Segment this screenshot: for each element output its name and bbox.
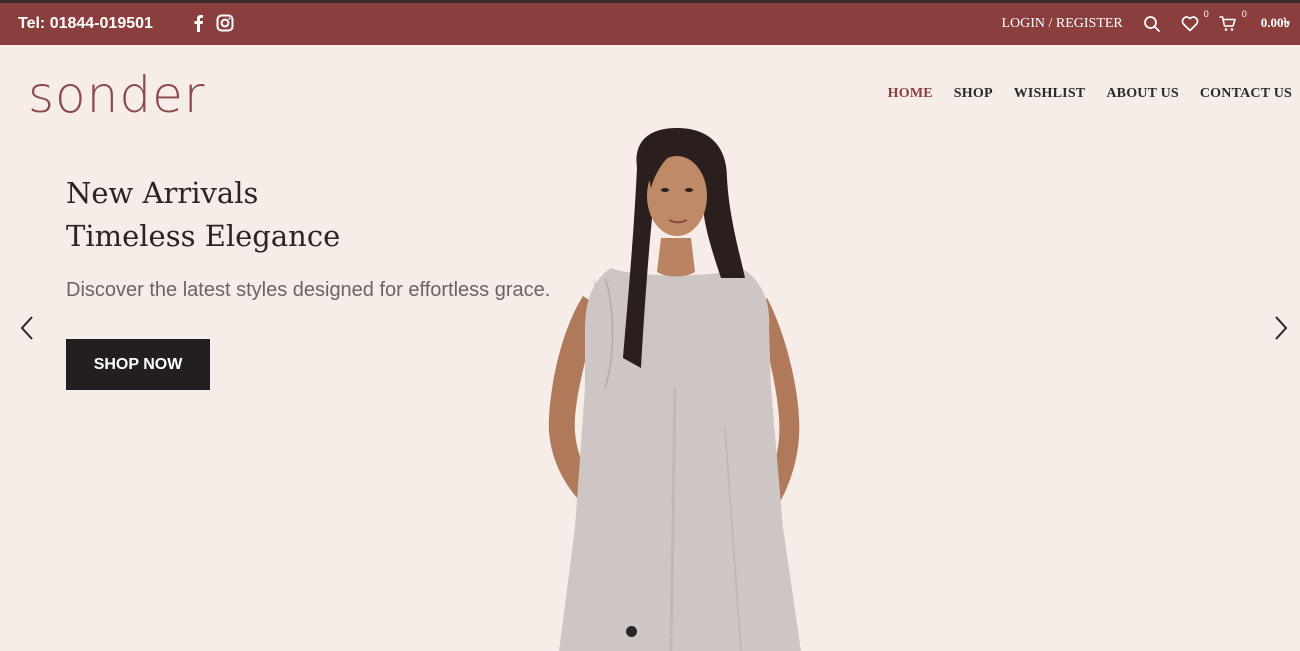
social-links [192,14,234,32]
wishlist-count: 0 [1203,9,1209,19]
slide-dot-3[interactable] [668,626,679,637]
site-logo[interactable]: sonder [28,66,205,124]
account-tools: LOGIN / REGISTER 0 0 0.00৳ [1001,9,1290,35]
chevron-right-icon[interactable] [1270,314,1290,342]
top-bar: Tel: 01844-019501 LOGIN / REGISTER 0 0 0… [0,0,1300,45]
cart-icon [1218,16,1236,31]
nav-about-us[interactable]: ABOUT US [1106,86,1179,102]
nav-shop[interactable]: SHOP [954,86,993,102]
slide-dot-2[interactable] [647,626,658,637]
slide-dot-1[interactable] [626,626,637,637]
search-icon [1143,16,1160,32]
cart-button[interactable]: 0 [1218,9,1247,35]
hero-title: New Arrivals Timeless Elegance [66,172,340,258]
nav-contact-us[interactable]: CONTACT US [1200,86,1292,102]
search-button[interactable] [1143,13,1167,35]
cart-total[interactable]: 0.00৳ [1261,14,1290,35]
hero-title-line-1: New Arrivals [66,176,259,210]
instagram-icon[interactable] [216,14,234,32]
hero-title-line-2: Timeless Elegance [66,219,341,253]
main-nav: HOME SHOP WISHLIST ABOUT US CONTACT US [888,86,1292,102]
wishlist-button[interactable]: 0 [1181,9,1209,35]
phone-number: Tel: 01844-019501 [18,15,153,32]
hero-model-image [548,128,801,651]
hero-subtitle: Discover the latest styles designed for … [66,279,551,301]
login-register-link[interactable]: LOGIN / REGISTER [1001,16,1122,32]
nav-wishlist[interactable]: WISHLIST [1014,86,1086,102]
nav-home[interactable]: HOME [888,86,933,102]
cart-count: 0 [1241,9,1247,19]
chevron-left-icon[interactable] [18,314,38,342]
heart-icon [1181,16,1199,32]
facebook-icon[interactable] [192,14,204,32]
carousel-dots [626,626,679,637]
shop-now-button[interactable]: SHOP NOW [66,339,210,390]
